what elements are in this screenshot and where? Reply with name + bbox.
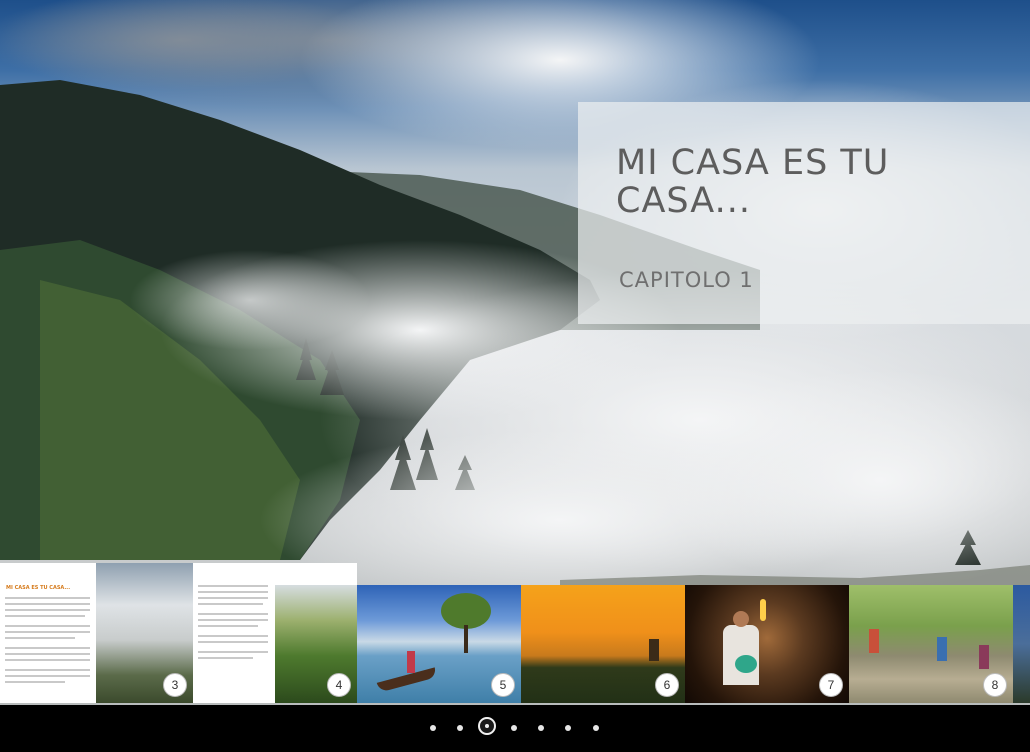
page-number-badge: 6 (655, 673, 679, 697)
torch-flame (760, 599, 766, 621)
text-line (198, 625, 258, 627)
pagination-dot[interactable] (593, 725, 599, 731)
walker (979, 645, 989, 669)
page-thumbnail-strip[interactable]: MI CASA ES TU CASA... 3 4 5 6 7 8 (0, 563, 1030, 705)
text-line (5, 681, 65, 683)
thumbnail-heading: MI CASA ES TU CASA... (6, 585, 71, 591)
text-line (5, 675, 90, 677)
text-line (198, 585, 268, 587)
page-number-badge: 7 (819, 673, 843, 697)
text-line (198, 613, 268, 615)
pagination-dot[interactable] (511, 725, 517, 731)
text-line (198, 651, 268, 653)
man-head (733, 611, 749, 627)
thumbnail-page-7[interactable]: 7 (685, 585, 849, 703)
text-line (5, 647, 90, 649)
thumbnail-page-6[interactable]: 6 (521, 585, 685, 703)
walker (937, 637, 947, 661)
text-line (5, 637, 75, 639)
text-line (5, 603, 90, 605)
bottom-bar (0, 705, 1030, 752)
person (407, 651, 415, 673)
thumbnail-page-8[interactable]: 8 (849, 585, 1013, 703)
text-line (5, 669, 90, 671)
text-line (198, 619, 268, 621)
text-line (198, 641, 268, 643)
page-number-badge: 4 (327, 673, 351, 697)
page-number-badge: 3 (163, 673, 187, 697)
text-line (5, 609, 90, 611)
green-vessel (735, 655, 757, 673)
chapter-subtitle: CAPITOLO 1 (619, 268, 754, 292)
walker (869, 629, 879, 653)
text-line (5, 625, 90, 627)
text-line (5, 615, 85, 617)
pagination-dot[interactable] (457, 725, 463, 731)
temple-silhouette (649, 639, 659, 661)
chapter-title-panel: MI CASA ES TU CASA... CAPITOLO 1 (578, 102, 1030, 324)
tree-canopy (441, 593, 491, 629)
page-number-badge: 5 (491, 673, 515, 697)
text-line (5, 653, 90, 655)
tree-trunk (464, 625, 468, 653)
pagination-dot[interactable] (565, 725, 571, 731)
pagination-dot[interactable] (430, 725, 436, 731)
thumbnail-page-5[interactable]: 5 (357, 585, 521, 703)
pagination-dot[interactable] (538, 725, 544, 731)
text-line (198, 657, 253, 659)
text-line (198, 603, 263, 605)
thumbnail-page-4[interactable]: 4 (193, 563, 357, 703)
text-line (198, 597, 268, 599)
page-number-badge: 8 (983, 673, 1007, 697)
chapter-title: MI CASA ES TU CASA... (616, 143, 890, 221)
thumbnail-page-3[interactable]: MI CASA ES TU CASA... 3 (0, 563, 193, 703)
text-line (198, 591, 268, 593)
text-line (5, 659, 90, 661)
pagination-dot-active[interactable] (478, 717, 496, 735)
text-line (5, 597, 90, 599)
thumbnail-page-next[interactable] (1013, 585, 1030, 703)
text-line (5, 631, 90, 633)
text-line (198, 635, 268, 637)
